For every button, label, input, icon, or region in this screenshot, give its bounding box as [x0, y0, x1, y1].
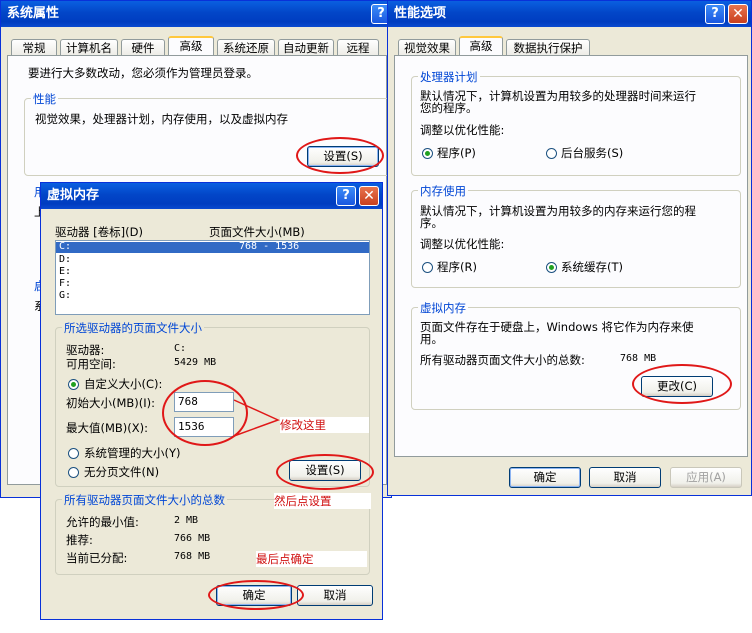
- vm-desc-line1: 页面文件存在于硬盘上，Windows 将它作为内存来使: [420, 320, 694, 334]
- system-properties-title: 系统属性: [7, 6, 60, 21]
- radio-custom-size-label[interactable]: 自定义大小(C):: [84, 376, 162, 392]
- tab-advanced[interactable]: 高级: [459, 36, 503, 56]
- processor-scheduling-group: 处理器计划 默认情况下，计算机设置为用较多的处理器时间来运行 您的程序。 调整以…: [411, 69, 741, 176]
- recommended-value: 766 MB: [174, 533, 211, 544]
- radio-system-managed-label[interactable]: 系统管理的大小(Y): [84, 445, 181, 461]
- radio-programs-label[interactable]: 程序(P): [437, 145, 476, 161]
- annotation-ellipse-set: [276, 454, 374, 490]
- memory-adjust-label: 调整以优化性能:: [420, 237, 505, 251]
- radio-no-paging-file-label[interactable]: 无分页文件(N): [84, 464, 159, 480]
- performance-options-window: 性能选项 ? ✕ 视觉效果 高级 数据执行保护 处理器计划 默认情况下，计算机设…: [387, 0, 752, 496]
- radio-custom-size[interactable]: [68, 379, 79, 390]
- system-properties-titlebar: 系统属性 ?: [1, 1, 391, 27]
- annotation-finally-ok: 最后点确定: [256, 551, 367, 567]
- drive-value: C:: [174, 343, 187, 354]
- vm-total-value: 768 MB: [620, 353, 657, 364]
- recommended-label: 推荐:: [66, 533, 93, 547]
- performance-options-title: 性能选项: [394, 6, 447, 21]
- annotation-ellipse-settings: [296, 137, 384, 174]
- drive-column-header: 驱动器 [卷标](D): [55, 225, 143, 239]
- memory-usage-title: 内存使用: [418, 183, 468, 199]
- vm-total-label: 所有驱动器页面文件大小的总数:: [420, 353, 585, 367]
- drive-size: 768 - 1536: [239, 241, 300, 252]
- selected-drive-group-title: 所选驱动器的页面文件大小: [62, 320, 204, 336]
- drive-row-f[interactable]: F:: [59, 278, 71, 289]
- radio-system-cache[interactable]: [546, 262, 557, 273]
- radio-programs-memory[interactable]: [422, 262, 433, 273]
- apply-button: 应用(A): [670, 467, 742, 488]
- tab-remote[interactable]: 远程: [337, 39, 379, 56]
- performance-group-title: 性能: [31, 91, 58, 107]
- radio-programs-memory-label[interactable]: 程序(R): [437, 259, 477, 275]
- processor-desc-line2: 您的程序。: [420, 101, 478, 115]
- memory-desc-line1: 默认情况下，计算机设置为用较多的内存来运行您的程: [420, 204, 696, 218]
- annotation-ellipse-ok: [208, 580, 304, 610]
- performance-description: 视觉效果，处理器计划，内存使用，以及虚拟内存: [35, 112, 288, 126]
- performance-options-tabs: 视觉效果 高级 数据执行保护: [398, 36, 598, 56]
- processor-scheduling-title: 处理器计划: [418, 69, 480, 85]
- admin-note: 要进行大多数改动，您必须作为管理员登录。: [28, 66, 258, 80]
- tab-general[interactable]: 常规: [11, 39, 57, 56]
- tab-auto-update[interactable]: 自动更新: [278, 39, 334, 56]
- radio-background-services-label[interactable]: 后台服务(S): [561, 145, 623, 161]
- virtual-memory-title: 虚拟内存: [418, 300, 468, 316]
- annotation-then-set: 然后点设置: [274, 493, 371, 509]
- help-icon[interactable]: ?: [336, 186, 356, 206]
- min-allowed-value: 2 MB: [174, 515, 199, 526]
- drive-row-g[interactable]: G:: [59, 290, 71, 301]
- radio-background-services[interactable]: [546, 148, 557, 159]
- min-allowed-label: 允许的最小值:: [66, 515, 139, 529]
- help-icon[interactable]: ?: [705, 4, 725, 24]
- drive-row-e[interactable]: E:: [59, 266, 71, 277]
- close-icon[interactable]: ✕: [359, 186, 379, 206]
- drive-row-c[interactable]: C: 768 - 1536: [56, 241, 369, 253]
- cancel-button[interactable]: 取消: [297, 585, 373, 606]
- vm-desc-line2: 用。: [420, 332, 443, 346]
- total-paging-group-title: 所有驱动器页面文件大小的总数: [62, 492, 227, 508]
- radio-no-paging-file[interactable]: [68, 467, 79, 478]
- memory-desc-line2: 序。: [420, 216, 443, 230]
- annotation-ellipse-change: [632, 364, 732, 404]
- processor-adjust-label: 调整以优化性能:: [420, 123, 505, 137]
- annotation-modify-here: 修改这里: [280, 417, 369, 433]
- current-allocated-value: 768 MB: [174, 551, 211, 562]
- free-space-label: 可用空间:: [66, 357, 116, 371]
- performance-options-titlebar: 性能选项 ? ✕: [388, 1, 751, 27]
- initial-size-label: 初始大小(MB)(I):: [66, 396, 156, 410]
- drive-row-d[interactable]: D:: [59, 254, 71, 265]
- tab-computer-name[interactable]: 计算机名: [60, 39, 118, 56]
- size-column-header: 页面文件大小(MB): [209, 225, 305, 239]
- radio-system-cache-label[interactable]: 系统缓存(T): [561, 259, 623, 275]
- system-properties-tabs: 常规 计算机名 硬件 高级 系统还原 自动更新 远程: [11, 36, 386, 56]
- cancel-button[interactable]: 取消: [589, 467, 661, 488]
- tab-advanced[interactable]: 高级: [168, 36, 214, 56]
- drive-list[interactable]: C: 768 - 1536 D: E: F: G:: [55, 240, 370, 315]
- radio-system-managed[interactable]: [68, 448, 79, 459]
- memory-usage-group: 内存使用 默认情况下，计算机设置为用较多的内存来运行您的程 序。 调整以优化性能…: [411, 183, 741, 288]
- max-size-label: 最大值(MB)(X):: [66, 421, 149, 435]
- radio-programs[interactable]: [422, 148, 433, 159]
- virtual-memory-dialog-title: 虚拟内存: [47, 188, 100, 203]
- tab-visual-effects[interactable]: 视觉效果: [398, 39, 456, 56]
- tab-hardware[interactable]: 硬件: [121, 39, 165, 56]
- current-allocated-label: 当前已分配:: [66, 551, 128, 565]
- tab-dep[interactable]: 数据执行保护: [506, 39, 590, 56]
- close-icon[interactable]: ✕: [728, 4, 748, 24]
- ok-button[interactable]: 确定: [509, 467, 581, 488]
- drive-letter: C:: [59, 241, 72, 252]
- virtual-memory-titlebar: 虚拟内存 ? ✕: [41, 183, 382, 209]
- free-space-value: 5429 MB: [174, 357, 217, 368]
- tab-system-restore[interactable]: 系统还原: [217, 39, 275, 56]
